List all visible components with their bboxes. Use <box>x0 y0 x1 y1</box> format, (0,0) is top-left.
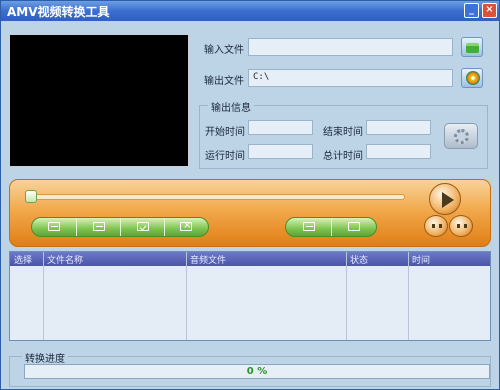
start-time-label: 开始时间 <box>205 127 245 138</box>
title-bar[interactable]: AMV视频转换工具 _ × <box>1 1 499 21</box>
column-divider <box>408 252 409 340</box>
total-time-field <box>366 144 431 159</box>
end-time-label: 结束时间 <box>323 127 363 138</box>
disc-icon <box>466 71 480 85</box>
output-info-title: 输出信息 <box>208 99 254 114</box>
remove-file-button[interactable] <box>77 218 121 236</box>
convert-toolbar <box>285 217 377 237</box>
pause-icon <box>432 224 442 228</box>
folder-icon <box>466 43 479 53</box>
stop-icon <box>348 222 360 231</box>
output-file-label: 输出文件 <box>204 76 244 87</box>
play-button[interactable] <box>429 183 461 215</box>
output-file-field[interactable]: C:\ <box>248 69 453 87</box>
seek-slider-track[interactable] <box>29 194 405 200</box>
column-audio-file[interactable]: 音频文件 <box>190 253 226 266</box>
total-time-label: 总计时间 <box>323 151 363 162</box>
stop-playback-button[interactable] <box>449 215 473 237</box>
run-time-label: 运行时间 <box>205 151 245 162</box>
column-time[interactable]: 时间 <box>412 253 430 266</box>
start-time-field <box>248 120 313 135</box>
column-status[interactable]: 状态 <box>350 253 368 266</box>
close-button[interactable]: × <box>482 3 497 18</box>
file-list-toolbar <box>31 217 209 237</box>
video-preview <box>9 34 189 167</box>
file-list[interactable]: 选择 文件名称 音频文件 状态 时间 <box>9 251 491 341</box>
progress-percent: 0 % <box>246 366 268 377</box>
window-title: AMV视频转换工具 <box>7 5 110 19</box>
column-file-name[interactable]: 文件名称 <box>47 253 83 266</box>
conversion-progress-title: 转换进度 <box>22 350 68 365</box>
play-icon <box>442 192 454 208</box>
browse-input-button[interactable] <box>461 37 483 57</box>
gear-icon <box>454 129 469 144</box>
convert-button[interactable] <box>286 218 332 236</box>
clear-list-button[interactable] <box>165 218 208 236</box>
end-time-field <box>366 120 431 135</box>
convert-icon <box>303 222 315 231</box>
column-divider <box>186 252 187 340</box>
run-time-field <box>248 144 313 159</box>
minimize-button[interactable]: _ <box>464 3 479 18</box>
add-file-icon <box>48 222 60 231</box>
column-divider <box>346 252 347 340</box>
browse-output-button[interactable] <box>461 68 483 88</box>
column-divider <box>43 252 44 340</box>
settings-button[interactable] <box>444 123 478 149</box>
input-file-field[interactable] <box>248 38 453 56</box>
app-window: AMV视频转换工具 _ × 输入文件 输出文件 C:\ 输出信息 开始时间 结束… <box>0 0 500 390</box>
conversion-progress-bar: 0 % <box>24 364 490 379</box>
check-icon <box>137 222 149 231</box>
stop-button[interactable] <box>332 218 376 236</box>
column-select[interactable]: 选择 <box>14 253 32 266</box>
stop-playback-icon <box>457 224 467 228</box>
seek-slider-thumb[interactable] <box>25 190 37 203</box>
conversion-progress-group: 转换进度 0 % <box>9 350 491 387</box>
remove-file-icon <box>93 222 105 231</box>
select-all-button[interactable] <box>121 218 165 236</box>
file-list-header: 选择 文件名称 音频文件 状态 时间 <box>10 252 490 266</box>
pause-button[interactable] <box>424 215 448 237</box>
clear-icon <box>180 220 192 231</box>
input-file-label: 输入文件 <box>204 45 244 56</box>
add-file-button[interactable] <box>32 218 77 236</box>
